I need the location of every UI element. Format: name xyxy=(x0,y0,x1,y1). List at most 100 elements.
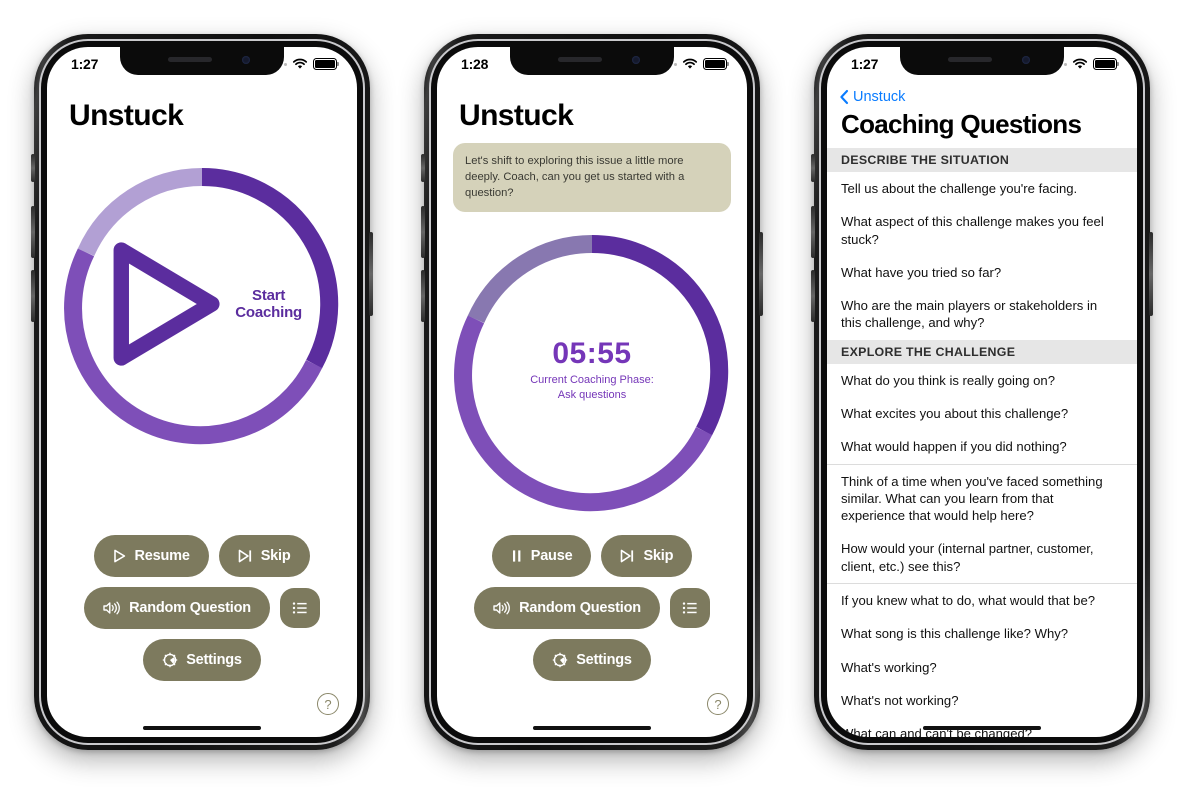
phone-2-controls: Pause Skip Random Question Settings xyxy=(437,535,747,681)
battery-icon xyxy=(313,58,340,70)
skip-button[interactable]: Skip xyxy=(218,535,310,577)
random-question-button[interactable]: Random Question xyxy=(474,587,660,629)
battery-icon xyxy=(703,58,730,70)
coaching-progress-ring[interactable]: Start Coaching xyxy=(57,159,347,449)
timer-value: 05:55 xyxy=(552,336,632,370)
page-title: Coaching Questions xyxy=(841,109,1082,139)
pause-icon xyxy=(512,550,521,562)
list-item[interactable]: What would happen if you did nothing? xyxy=(827,430,1137,463)
list-item[interactable]: Who are the main players or stakeholders… xyxy=(827,289,1137,340)
phone-2-content: Unstuck Let's shift to exploring this is… xyxy=(437,47,747,516)
section-header: DESCRIBE THE SITUATION xyxy=(827,148,1137,172)
help-button[interactable]: ? xyxy=(317,693,339,715)
resume-label: Resume xyxy=(134,548,190,564)
controls-row-1: Pause Skip xyxy=(491,535,693,577)
list-bullet-icon xyxy=(292,602,307,614)
front-camera-icon xyxy=(242,56,250,64)
question-mark-circle-icon: ? xyxy=(324,696,332,712)
notch xyxy=(510,47,674,75)
skip-button[interactable]: Skip xyxy=(601,535,693,577)
volume-down-button[interactable] xyxy=(811,270,815,322)
list-item[interactable]: What song is this challenge like? Why? xyxy=(827,617,1137,650)
silent-switch[interactable] xyxy=(811,154,815,182)
back-label: Unstuck xyxy=(853,89,906,105)
phone-3-frame: 1:27 Unstuck Coaching Questions DESCRIBE… xyxy=(811,34,1153,750)
phone-1-content: Unstuck Start Coaching xyxy=(47,47,357,449)
skip-label: Skip xyxy=(260,548,291,564)
volume-up-button[interactable] xyxy=(811,206,815,258)
chevron-left-icon xyxy=(840,89,849,105)
coaching-progress-ring[interactable]: 05:55 Current Coaching Phase: Ask questi… xyxy=(447,226,737,516)
settings-label: Settings xyxy=(186,652,242,668)
coach-message-bubble: Let's shift to exploring this issue a li… xyxy=(453,143,731,212)
phone-1-frame: 1:27 Unstuck Start Coaching Resume Skip … xyxy=(31,34,373,750)
list-item[interactable]: What's not working? xyxy=(827,684,1137,717)
questions-list: DESCRIBE THE SITUATION Tell us about the… xyxy=(827,148,1137,737)
skip-forward-icon xyxy=(238,549,251,563)
front-camera-icon xyxy=(1022,56,1030,64)
home-indicator[interactable] xyxy=(533,726,651,730)
section-header: EXPLORE THE CHALLENGE xyxy=(827,339,1137,364)
notch xyxy=(900,47,1064,75)
play-icon xyxy=(113,242,220,366)
start-coaching-button[interactable]: Start Coaching xyxy=(102,159,302,449)
list-item[interactable]: What do you think is really going on? xyxy=(827,364,1137,397)
volume-up-button[interactable] xyxy=(421,206,425,258)
phone-1-screen: 1:27 Unstuck Start Coaching Resume Skip … xyxy=(47,47,357,737)
phone-2-frame: 1:28 Unstuck Let's shift to exploring th… xyxy=(421,34,763,750)
question-mark-circle-icon: ? xyxy=(714,696,722,712)
controls-row-2: Random Question xyxy=(474,587,710,629)
help-button[interactable]: ? xyxy=(707,693,729,715)
back-to-unstuck-button[interactable]: Unstuck xyxy=(827,83,1137,105)
controls-row-2: Random Question xyxy=(84,587,320,629)
volume-up-button[interactable] xyxy=(31,206,35,258)
home-indicator[interactable] xyxy=(923,726,1041,730)
list-item[interactable]: Tell us about the challenge you're facin… xyxy=(827,172,1137,205)
random-question-label: Random Question xyxy=(519,600,641,616)
list-item[interactable]: What's working? xyxy=(827,651,1137,684)
page-title: Unstuck xyxy=(69,99,184,132)
home-indicator[interactable] xyxy=(143,726,261,730)
resume-button[interactable]: Resume xyxy=(94,535,209,577)
page-title: Unstuck xyxy=(459,99,574,132)
battery-icon xyxy=(1093,58,1120,70)
list-item[interactable]: Think of a time when you've faced someth… xyxy=(827,463,1137,533)
speaker-wave-icon xyxy=(493,601,510,615)
volume-down-button[interactable] xyxy=(421,270,425,322)
screenshot-stage: 1:27 Unstuck Start Coaching Resume Skip … xyxy=(0,0,1191,803)
volume-down-button[interactable] xyxy=(31,270,35,322)
settings-button[interactable]: Settings xyxy=(143,639,261,681)
ring-center-content-2: 05:55 Current Coaching Phase: Ask questi… xyxy=(492,336,692,403)
question-list-button[interactable] xyxy=(279,588,320,628)
ring-center-content-1: Start Coaching xyxy=(102,159,302,449)
power-button[interactable] xyxy=(369,232,373,316)
speaker-wave-icon xyxy=(103,601,120,615)
power-button[interactable] xyxy=(759,232,763,316)
skip-forward-icon xyxy=(621,549,634,563)
settings-button[interactable]: Settings xyxy=(533,639,651,681)
silent-switch[interactable] xyxy=(421,154,425,182)
start-coaching-label: Start Coaching xyxy=(235,287,303,321)
phone-3-screen: 1:27 Unstuck Coaching Questions DESCRIBE… xyxy=(827,47,1137,737)
phone-2-screen: 1:28 Unstuck Let's shift to exploring th… xyxy=(437,47,747,737)
power-button[interactable] xyxy=(1149,232,1153,316)
list-item[interactable]: How would your (internal partner, custom… xyxy=(827,532,1137,583)
list-bullet-icon xyxy=(682,602,697,614)
pause-button[interactable]: Pause xyxy=(491,535,592,577)
silent-switch[interactable] xyxy=(31,154,35,182)
random-question-label: Random Question xyxy=(129,600,251,616)
list-item[interactable]: If you knew what to do, what would that … xyxy=(827,582,1137,617)
question-list-button[interactable] xyxy=(669,588,710,628)
wifi-icon xyxy=(682,58,698,69)
settings-label: Settings xyxy=(576,652,632,668)
list-item[interactable]: What have you tried so far? xyxy=(827,256,1137,289)
status-time: 1:27 xyxy=(851,56,879,72)
notch xyxy=(120,47,284,75)
list-item[interactable]: What excites you about this challenge? xyxy=(827,397,1137,430)
list-item[interactable]: What aspect of this challenge makes you … xyxy=(827,205,1137,256)
phase-label: Current Coaching Phase: Ask questions xyxy=(492,373,692,403)
questions-scroll-view[interactable]: Unstuck Coaching Questions DESCRIBE THE … xyxy=(827,47,1137,737)
gear-icon xyxy=(162,652,178,668)
play-icon xyxy=(114,549,126,563)
random-question-button[interactable]: Random Question xyxy=(84,587,270,629)
